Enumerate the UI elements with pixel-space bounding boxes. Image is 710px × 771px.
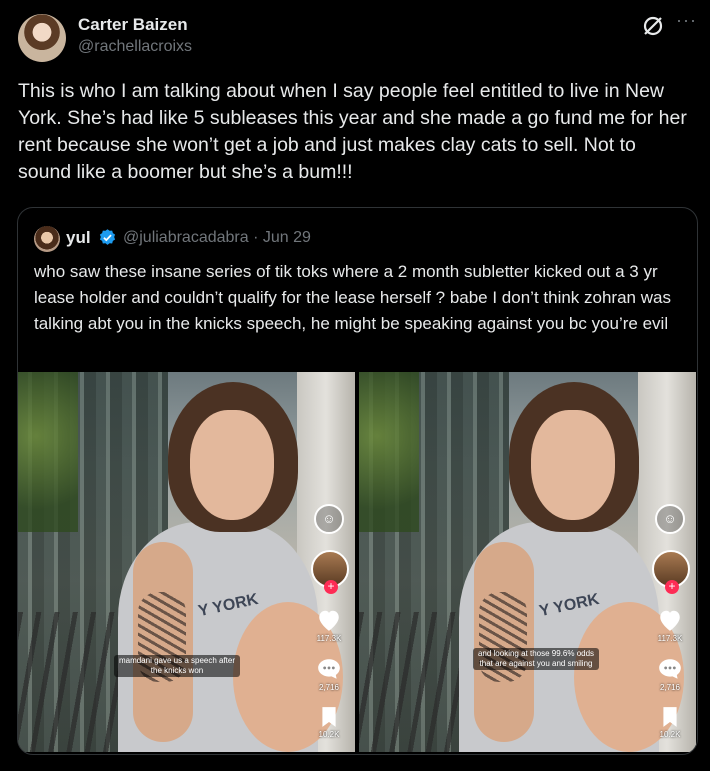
background-tree bbox=[18, 372, 78, 532]
heart-icon[interactable] bbox=[657, 608, 683, 632]
follow-plus-icon[interactable]: + bbox=[665, 580, 679, 594]
heart-icon[interactable] bbox=[316, 608, 342, 632]
comments-count: 2,716 bbox=[659, 683, 681, 692]
likes-count: 117.3K bbox=[316, 634, 342, 643]
comments-count: 2,716 bbox=[318, 683, 340, 692]
quoted-media-video-2[interactable]: Y YORK and looking at those 99.6% odds t… bbox=[359, 372, 696, 752]
quoted-post[interactable]: yul @juliabracadabra · Jun 29 who saw th… bbox=[17, 207, 698, 755]
post-text: This is who I am talking about when I sa… bbox=[18, 80, 687, 183]
quoted-author-avatar[interactable] bbox=[34, 226, 60, 252]
emoji-icon[interactable]: ☺ bbox=[655, 504, 685, 534]
emoji-icon[interactable]: ☺ bbox=[314, 504, 344, 534]
post-author-avatar[interactable] bbox=[18, 14, 66, 62]
person-face bbox=[531, 410, 615, 520]
quoted-author-name[interactable]: yul bbox=[66, 228, 91, 248]
creator-avatar[interactable]: + bbox=[652, 550, 690, 594]
bookmark-icon[interactable] bbox=[319, 706, 339, 728]
saves-count: 10.2K bbox=[659, 730, 681, 739]
post-author-name[interactable]: Carter Baizen bbox=[78, 15, 188, 35]
tiktok-side-actions: ☺ + 117.3K 2,716 10.2K bbox=[311, 504, 349, 739]
video-caption: mamdani gave us a speech after the knick… bbox=[114, 655, 240, 677]
likes-count: 117.3K bbox=[657, 634, 683, 643]
comment-icon[interactable] bbox=[657, 657, 683, 681]
quoted-author-handle-date[interactable]: @juliabracadabra · Jun 29 bbox=[123, 229, 311, 247]
tiktok-side-actions: ☺ + 117.3K 2,716 10.2K bbox=[652, 504, 690, 739]
background-tree bbox=[359, 372, 419, 532]
bookmark-icon[interactable] bbox=[660, 706, 680, 728]
quoted-media-video-1[interactable]: Y YORK mamdani gave us a speech after th… bbox=[18, 372, 355, 752]
quoted-post-text: who saw these insane series of tik toks … bbox=[34, 262, 671, 333]
verified-badge-icon bbox=[99, 229, 116, 245]
video-caption: and looking at those 99.6% odds that are… bbox=[473, 648, 599, 670]
follow-plus-icon[interactable]: + bbox=[324, 580, 338, 594]
comment-icon[interactable] bbox=[316, 657, 342, 681]
post-author-handle[interactable]: @rachellacroixs bbox=[78, 38, 192, 56]
more-icon[interactable]: ··· bbox=[676, 10, 697, 31]
creator-avatar[interactable]: + bbox=[311, 550, 349, 594]
saves-count: 10.2K bbox=[318, 730, 340, 739]
person-face bbox=[190, 410, 274, 520]
grok-icon[interactable] bbox=[641, 14, 665, 38]
